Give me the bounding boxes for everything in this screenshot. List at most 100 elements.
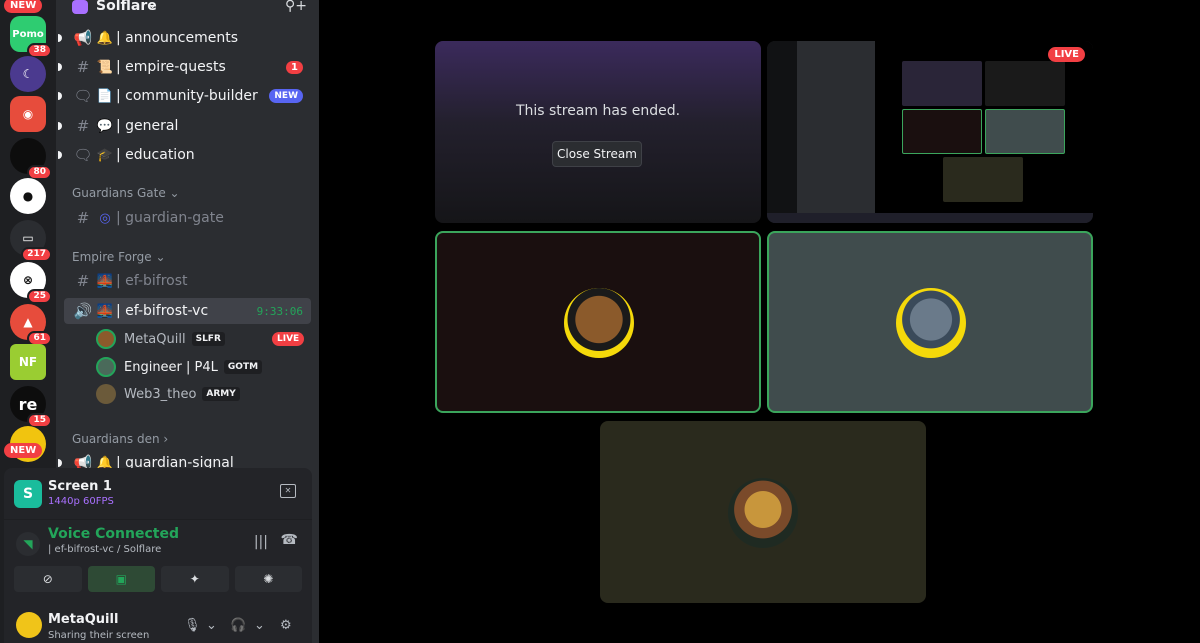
server-label: re: [18, 394, 38, 414]
chevron-right-icon: ›: [163, 432, 169, 446]
voice-action-buttons: ⊘ ▣ ✦ ✺: [14, 566, 302, 592]
channel-community-builder[interactable]: 🗨 📄 | community-builder NEW: [58, 83, 311, 109]
server-moon[interactable]: ☾: [10, 56, 46, 92]
hash-icon: #: [76, 272, 90, 290]
chevron-down-icon: ⌄: [148, 0, 158, 11]
server-controller[interactable]: ▭ 217: [10, 220, 52, 262]
channel-general[interactable]: # 💬 | general: [58, 113, 311, 139]
server-tag: GOTM: [223, 360, 263, 374]
server-label: NF: [18, 355, 38, 369]
preview-tile: [943, 157, 1023, 202]
live-stream-tile[interactable]: LIVE: [767, 41, 1093, 223]
arrow-icon: ▲: [23, 315, 33, 329]
chevron-down-icon[interactable]: ⌄: [206, 618, 217, 633]
spiral-emoji: ◎: [99, 210, 111, 226]
voice-user-name: Engineer | P4L: [124, 359, 218, 375]
server-arrow[interactable]: ▲ 61: [10, 304, 52, 346]
megaphone-icon: 📢: [73, 29, 93, 47]
category-name: Guardians Gate: [72, 186, 166, 200]
server-nf[interactable]: NF: [10, 344, 46, 380]
user-name[interactable]: MetaQuill: [48, 612, 118, 627]
category-guardians-den[interactable]: Guardians den ›: [72, 432, 168, 446]
channel-empire-quests[interactable]: # 📜 | empire-quests 1: [58, 54, 311, 80]
controller-icon: ▭: [22, 231, 34, 245]
unread-dot: [58, 459, 62, 467]
voice-status[interactable]: Voice Connected: [48, 526, 179, 542]
camera-off-button[interactable]: ⊘: [14, 566, 82, 592]
soundboard-button[interactable]: ✺: [234, 566, 302, 592]
channel-name: | guardian-gate: [116, 210, 224, 226]
chevron-down-icon[interactable]: ⌄: [254, 618, 265, 633]
stop-stream-icon[interactable]: ✕: [280, 484, 296, 498]
avatar: [96, 357, 116, 377]
voice-user-name: MetaQuill: [124, 331, 186, 347]
preview-tile: [902, 109, 982, 154]
server-re[interactable]: re 15: [10, 386, 52, 428]
channel-name: | education: [116, 147, 195, 163]
participant-tile-web3theo[interactable]: [600, 421, 926, 603]
screen-share-icon: S: [14, 480, 42, 508]
chevron-down-icon: ⌄: [169, 186, 180, 200]
new-badge-top[interactable]: NEW: [4, 0, 43, 13]
preview-tile: [985, 109, 1065, 154]
discord-window: NEW Pomo 38 ☾ ◉ 80 ● ▭ 217 ⊗ 25 ▲ 61 NF …: [0, 0, 1200, 643]
new-badge-bottom[interactable]: NEW: [4, 443, 43, 458]
headphones-icon[interactable]: 🎧: [230, 618, 246, 633]
activities-button[interactable]: ✦: [161, 566, 229, 592]
unread-dot: [58, 122, 62, 130]
voice-channel-path[interactable]: | ef-bifrost-vc / Solflare: [48, 544, 161, 555]
hash-icon: #: [76, 58, 90, 76]
channel-announcements[interactable]: 📢 🔔 | announcements: [58, 25, 311, 51]
channel-guardian-gate[interactable]: # ◎ | guardian-gate: [64, 205, 311, 231]
channel-name: | empire-quests: [116, 59, 226, 75]
channel-emoji: 🎓: [96, 147, 114, 163]
close-stream-button[interactable]: Close Stream: [552, 141, 642, 167]
voice-user-metaquill[interactable]: MetaQuill SLFR LIVE: [96, 327, 305, 351]
stream-ended-text: This stream has ended.: [515, 103, 681, 119]
stream-preview-taskbar: [767, 213, 1093, 223]
gear-icon[interactable]: ⚙: [280, 618, 292, 633]
server-reddit[interactable]: ◉: [10, 96, 46, 132]
server-clock[interactable]: ⊗ 25: [10, 262, 52, 304]
forum-icon: 🗨: [73, 146, 93, 164]
screen-title: Screen 1: [48, 479, 112, 494]
signal-icon[interactable]: ◥: [16, 532, 40, 556]
server-header[interactable]: Solflare ⌄ ⚲+: [56, 0, 319, 16]
participant-tile-metaquill[interactable]: [435, 231, 761, 413]
disconnect-icon[interactable]: ☎: [281, 532, 298, 548]
server-label: Pomo: [12, 28, 44, 40]
channel-ef-bifrost[interactable]: # 🌉 | ef-bifrost: [64, 268, 311, 294]
channel-ef-bifrost-vc[interactable]: 🔊 🌉 | ef-bifrost-vc 9:33:06: [64, 298, 311, 324]
screen-share-button[interactable]: ▣: [87, 566, 155, 592]
server-dark[interactable]: 80: [10, 138, 52, 180]
preview-tile: [902, 61, 982, 106]
server-pomo[interactable]: Pomo 38: [10, 16, 52, 58]
channel-name: | ef-bifrost-vc: [116, 303, 209, 319]
avatar: [728, 478, 798, 548]
server-icon: [72, 0, 88, 14]
unread-dot: [58, 92, 62, 100]
category-empire-forge[interactable]: Empire Forge ⌄: [72, 250, 166, 264]
user-status: Sharing their screen: [48, 630, 150, 641]
voice-user-web3theo[interactable]: Web3_theo ARMY: [96, 382, 240, 406]
microphone-icon[interactable]: 🎙: [184, 618, 201, 633]
category-guardians-gate[interactable]: Guardians Gate ⌄: [72, 186, 180, 200]
bridge-emoji: 🌉: [96, 303, 114, 319]
avatar: [896, 288, 966, 358]
avatar[interactable]: [16, 612, 42, 638]
user-area: MetaQuill Sharing their screen 🎙 ⌄ 🎧 ⌄ ⚙: [4, 604, 312, 643]
channel-education[interactable]: 🗨 🎓 | education: [58, 142, 311, 168]
hash-icon: #: [76, 209, 90, 227]
noise-suppression-icon[interactable]: |||: [254, 534, 268, 550]
stream-preview-stage: [875, 41, 1093, 221]
screen-share-row: S Screen 1 1440p 60FPS ✕: [4, 468, 312, 520]
channel-name: | announcements: [116, 30, 239, 46]
live-badge: LIVE: [272, 332, 305, 346]
add-user-icon[interactable]: ⚲+: [285, 0, 307, 14]
voice-user-engineer[interactable]: Engineer | P4L GOTM: [96, 355, 263, 379]
participant-tile-engineer[interactable]: [767, 231, 1093, 413]
hash-icon: #: [76, 117, 90, 135]
stream-quality: 1440p 60FPS: [48, 496, 114, 507]
speaker-icon: 🔊: [73, 302, 93, 320]
server-white[interactable]: ●: [10, 178, 46, 214]
